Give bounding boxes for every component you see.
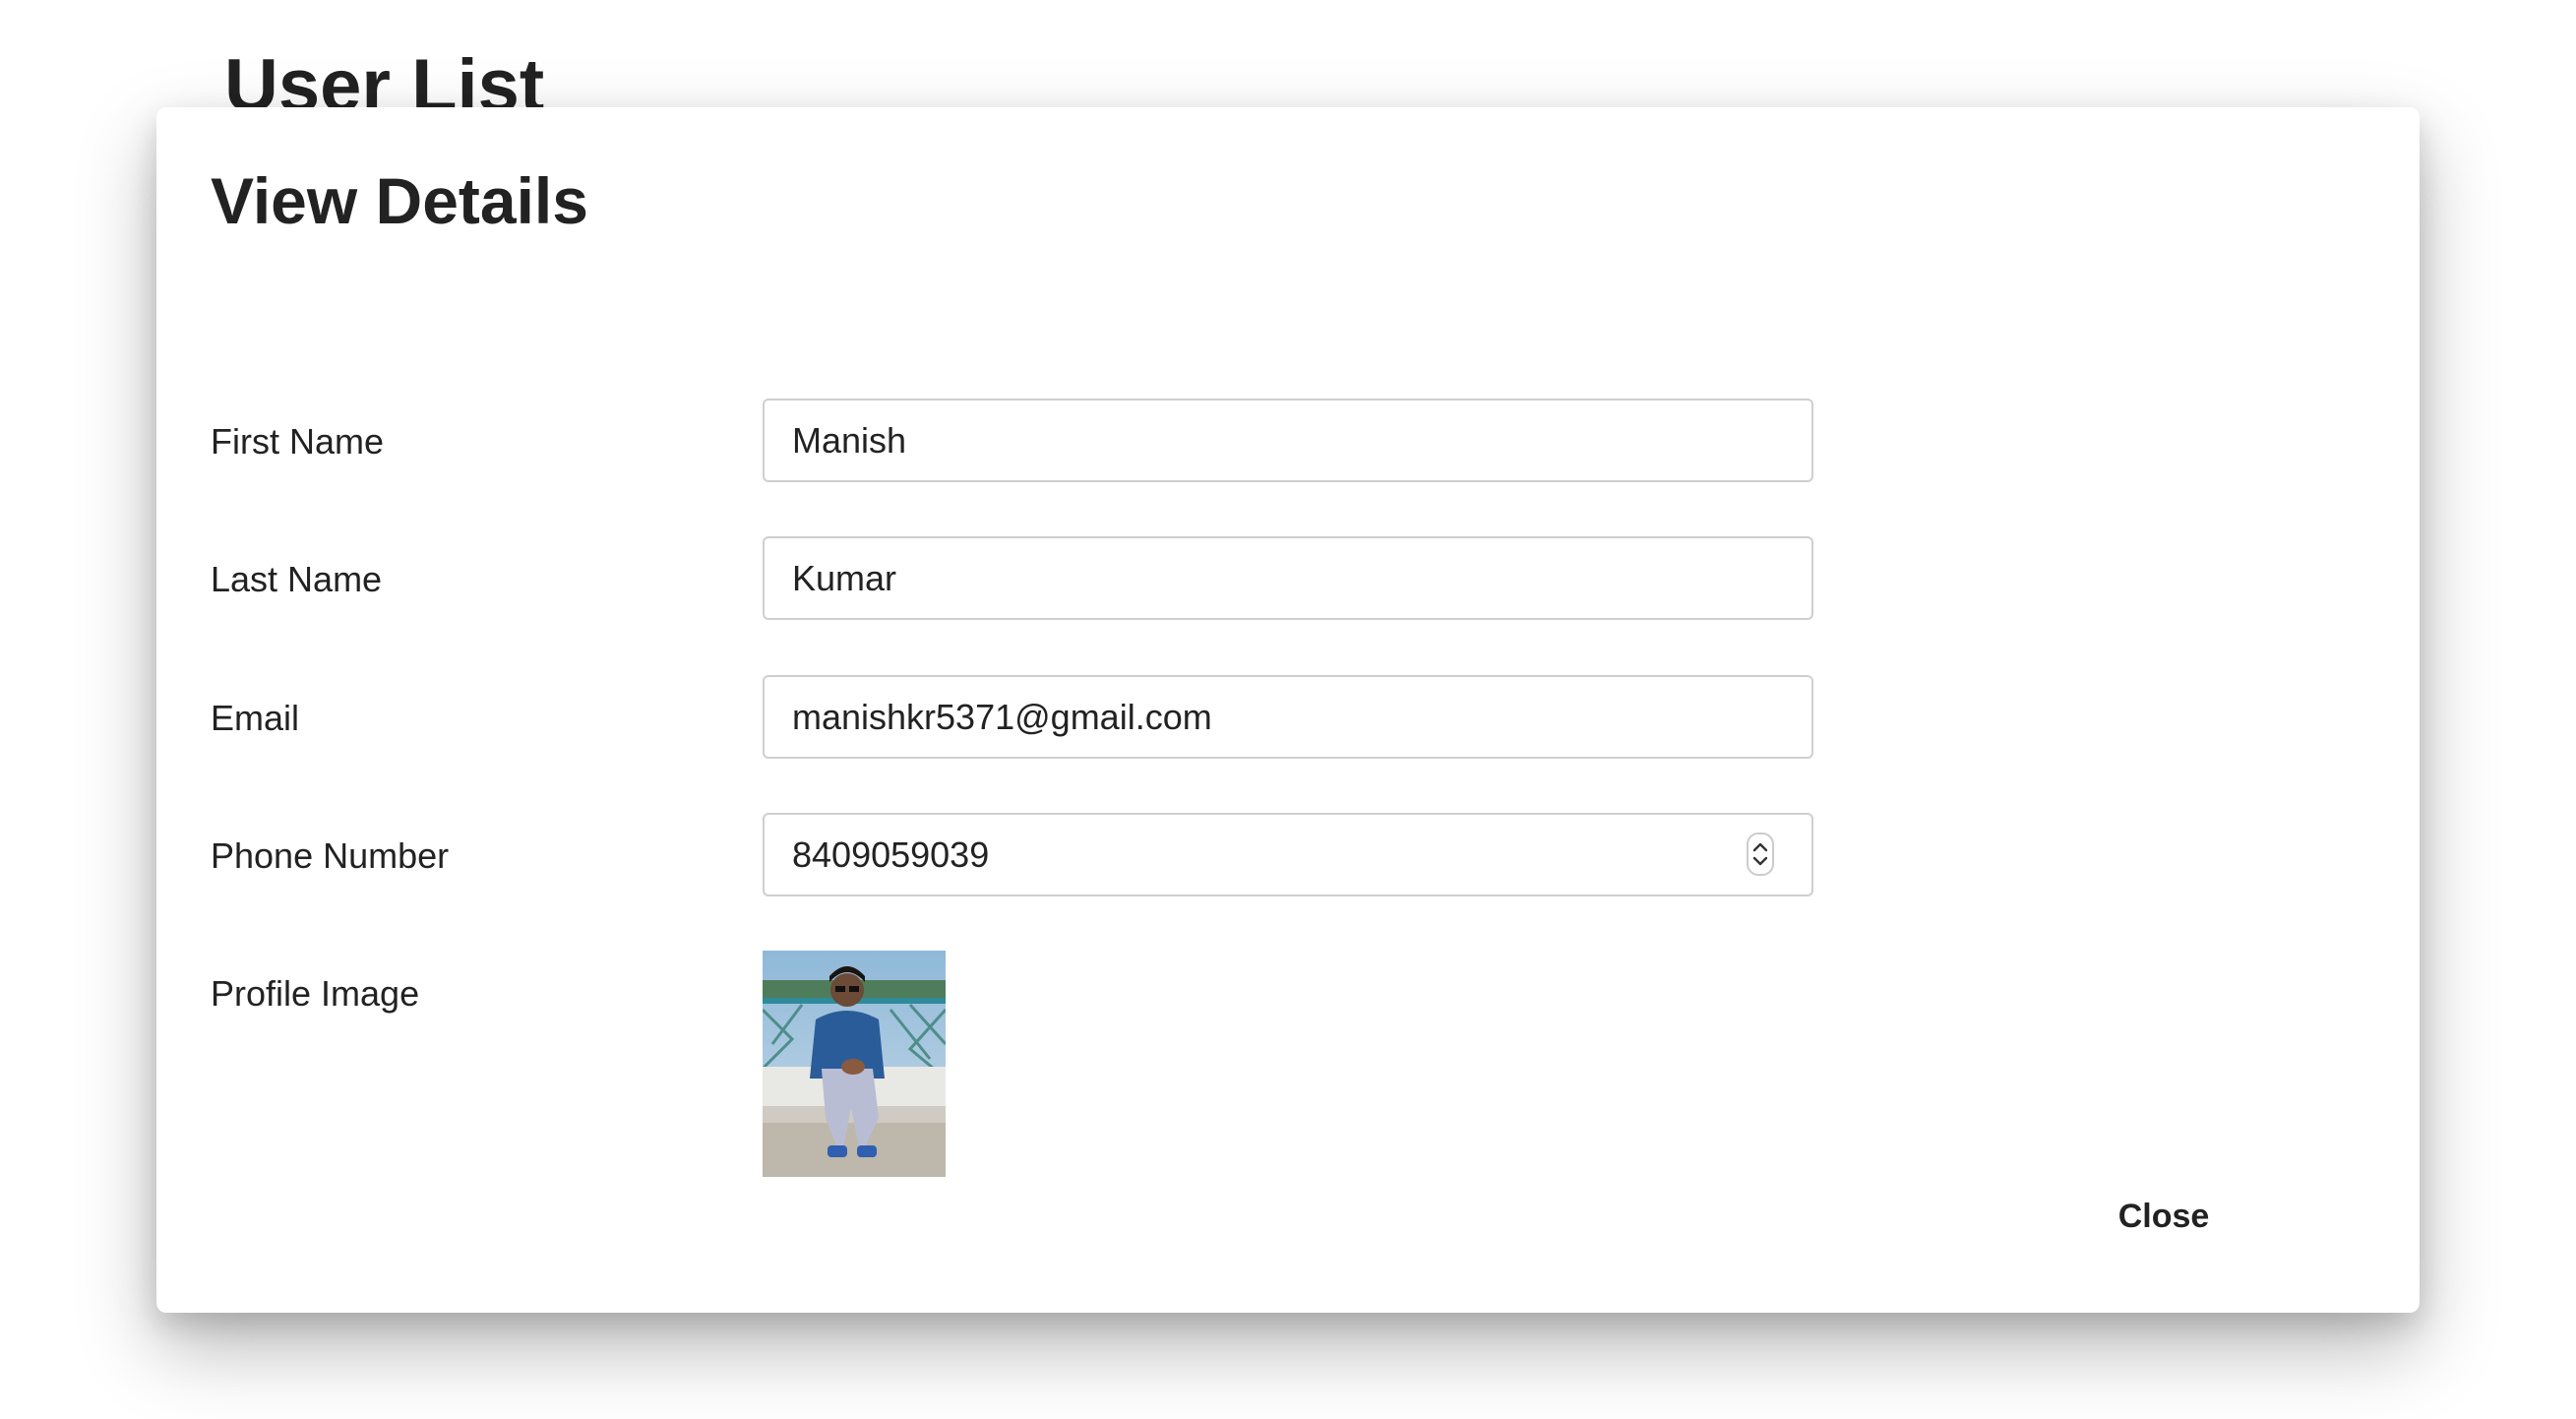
last-name-field[interactable]	[763, 536, 1813, 620]
email-field[interactable]	[763, 675, 1813, 759]
view-details-dialog: View Details First Name Last Name Email …	[156, 107, 2420, 1313]
last-name-label: Last Name	[211, 559, 383, 599]
profile-image-label: Profile Image	[211, 973, 420, 1014]
profile-image	[763, 951, 946, 1177]
email-label: Email	[211, 698, 300, 738]
page: User List View Details First Name Last N…	[0, 0, 2576, 1419]
number-spinner-icon[interactable]	[1747, 833, 1774, 876]
dialog-title: View Details	[211, 164, 588, 237]
phone-number-label: Phone Number	[211, 835, 450, 876]
phone-number-field[interactable]	[763, 813, 1813, 896]
first-name-label: First Name	[211, 421, 385, 462]
close-button[interactable]: Close	[2105, 1193, 2223, 1240]
first-name-field[interactable]	[763, 399, 1813, 482]
